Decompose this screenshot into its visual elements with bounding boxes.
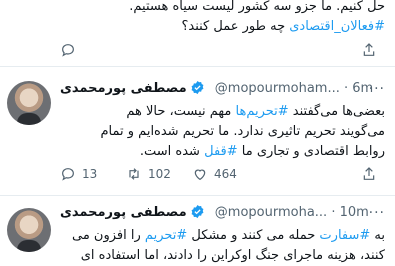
author-handle[interactable]: @mopourmoha... xyxy=(215,205,327,220)
more-options-icon[interactable]: ··· xyxy=(369,203,385,223)
reply-icon xyxy=(62,168,74,181)
tweet-header: مصطفی پورمحمدی @mopourmoham... · 6m ··· xyxy=(60,79,387,99)
tweet-main-text-line3: روابط اقتصادی و تجاری ما #قفل شده است. xyxy=(139,144,385,159)
tweet-top-actions xyxy=(60,40,387,60)
heart-icon xyxy=(194,169,206,181)
tweet-main-text-line2: می‌گویند تحریم تاثیری ندارد. ما تحریم شد… xyxy=(100,124,385,139)
retweet-button[interactable]: 102 xyxy=(126,166,192,182)
tweet-bottom-text-line1: به #سفارت حمله می کنند و مشکل #تحریم را … xyxy=(72,228,385,243)
reply-count: 13 xyxy=(82,167,98,181)
author-name[interactable]: مصطفی پورمحمدی xyxy=(60,81,187,96)
reply-icon xyxy=(62,44,74,57)
author-name[interactable]: مصطفی پورمحمدی xyxy=(60,205,187,220)
hashtag-link[interactable]: #تحریم xyxy=(145,228,187,243)
tweet-bottom[interactable]: مصطفی پورمحمدی @mopourmoha... · 10m ··· … xyxy=(0,196,395,265)
more-options-icon[interactable]: ··· xyxy=(369,79,385,99)
share-icon xyxy=(363,43,375,56)
reply-button[interactable]: 13 xyxy=(60,166,126,182)
hashtag-link[interactable]: #سفارت xyxy=(319,228,370,243)
tweet-main-actions: 13 102 464 xyxy=(60,164,387,184)
tweet-timestamp[interactable]: · 10m xyxy=(331,205,368,220)
hashtag-link[interactable]: #فعالان_اقتصادی xyxy=(289,19,385,34)
author-handle[interactable]: @mopourmoham... xyxy=(215,81,340,96)
tweet-header: مصطفی پورمحمدی @mopourmoha... · 10m ··· xyxy=(60,203,387,223)
retweet-count: 102 xyxy=(148,167,171,181)
share-button[interactable] xyxy=(361,166,383,182)
share-button[interactable] xyxy=(361,42,383,58)
tweet-main[interactable]: مصطفی پورمحمدی @mopourmoham... · 6m ··· … xyxy=(0,67,395,195)
tweet-top-text-line2: #فعالان_اقتصادی چه طور عمل کنند؟ xyxy=(181,19,385,34)
tweet-top-text-line1: حل کنیم. ما جزو سه کشور لیست سیاه هستیم. xyxy=(129,0,385,14)
hashtag-link[interactable]: #قفل xyxy=(204,144,238,159)
verified-badge-icon xyxy=(191,80,204,95)
like-count: 464 xyxy=(214,167,237,181)
tweet-bottom-text-line2: کنند، هزینه ماجرای جنگ اوکراین را دادند،… xyxy=(80,248,385,263)
tweet-main-text-line1: بعضی‌ها می‌گفتند #تحریم‌ها مهم نیست، حال… xyxy=(126,104,385,119)
share-icon xyxy=(363,167,375,180)
verified-badge-icon xyxy=(191,204,204,219)
retweet-icon xyxy=(129,168,139,180)
hashtag-link[interactable]: #تحریم‌ها xyxy=(236,104,289,119)
reply-button[interactable] xyxy=(60,42,126,58)
like-button[interactable]: 464 xyxy=(192,166,258,182)
tweet-top[interactable]: حل کنیم. ما جزو سه کشور لیست سیاه هستیم.… xyxy=(0,0,395,66)
